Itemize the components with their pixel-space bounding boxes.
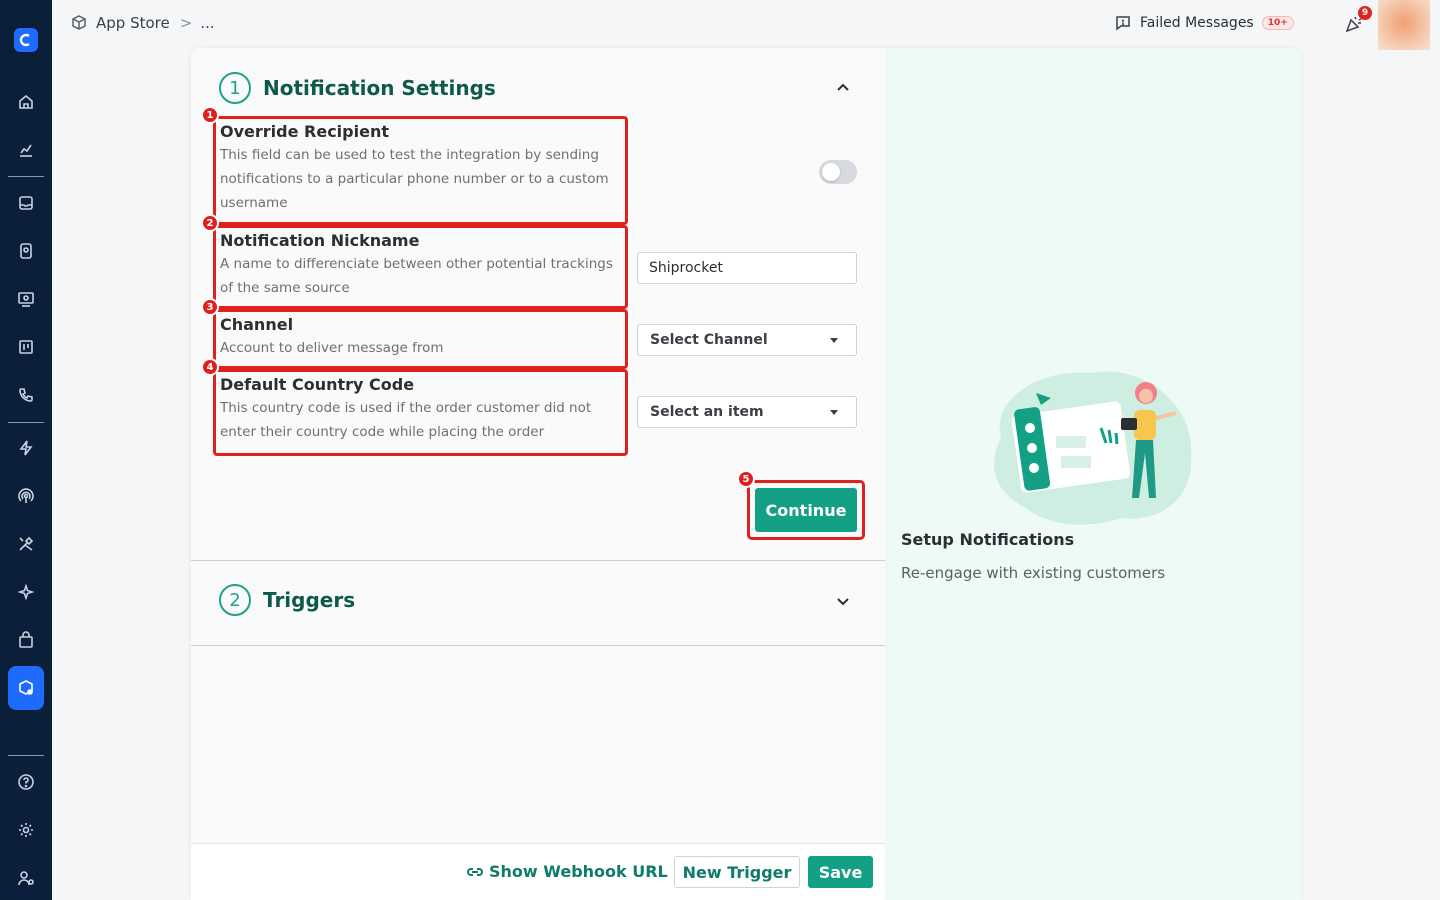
notification-count-badge: 9	[1358, 6, 1372, 20]
override-recipient-field: Override Recipient This field can be use…	[213, 116, 628, 225]
caret-down-icon	[830, 338, 838, 343]
app-store-breadcrumb-icon	[72, 15, 86, 30]
sidebar-divider	[8, 176, 44, 177]
ai-icon[interactable]	[0, 576, 52, 608]
new-trigger-button[interactable]: New Trigger	[674, 856, 800, 888]
nickname-input[interactable]: Shiprocket	[637, 252, 857, 284]
caret-down-icon	[830, 410, 838, 415]
field-description: A name to differenciate between other po…	[220, 256, 613, 296]
broadcast-icon[interactable]	[0, 480, 52, 512]
help-icon[interactable]	[0, 766, 52, 798]
notification-setup-card: 1 Notification Settings Override Recipie…	[191, 48, 1301, 900]
section-title: Notification Settings	[263, 76, 496, 100]
section-divider	[191, 560, 885, 561]
announcements-button[interactable]: 9	[1344, 6, 1372, 36]
field-description: This field can be used to test the integ…	[220, 147, 609, 211]
failed-messages-count-badge: 10+	[1261, 16, 1294, 30]
show-webhook-url-link[interactable]: Show Webhook URL	[467, 862, 668, 881]
top-bar: App Store > ... Failed Messages 10+ 9	[52, 0, 1440, 50]
chevron-up-icon[interactable]	[835, 80, 851, 96]
commerce-icon[interactable]	[0, 624, 52, 656]
setup-description: Re-engage with existing customers	[901, 564, 1166, 582]
select-value: Select Channel	[650, 332, 768, 348]
link-icon	[467, 867, 483, 876]
user-avatar[interactable]	[1378, 0, 1430, 50]
contacts-icon[interactable]	[0, 235, 52, 267]
section-divider	[191, 645, 885, 646]
field-title: Override Recipient	[220, 122, 389, 141]
analytics-icon[interactable]	[0, 134, 52, 166]
notification-nickname-field: Notification Nickname A name to differen…	[213, 225, 628, 309]
footer-actions: Show Webhook URL New Trigger Save	[191, 843, 885, 900]
settings-panel: 1 Notification Settings Override Recipie…	[191, 48, 885, 900]
setup-title: Setup Notifications	[901, 530, 1075, 549]
continue-button[interactable]: Continue	[755, 488, 857, 532]
default-country-code-field: Default Country Code This country code i…	[213, 369, 628, 456]
info-panel: Setup Notifications Re-engage with exist…	[885, 48, 1301, 900]
failed-messages-button[interactable]: Failed Messages 10+	[1114, 14, 1294, 32]
channel-select[interactable]: Select Channel	[637, 324, 857, 356]
step-badge: 4	[201, 358, 219, 376]
message-alert-icon	[1116, 16, 1130, 31]
section-title: Triggers	[263, 588, 356, 612]
step-badge: 2	[201, 214, 219, 232]
automation-icon[interactable]	[0, 432, 52, 464]
country-code-select[interactable]: Select an item	[637, 396, 857, 428]
chevron-down-icon[interactable]	[835, 593, 851, 609]
board-icon[interactable]	[0, 331, 52, 363]
step-badge: 5	[737, 470, 755, 488]
field-description: This country code is used if the order c…	[220, 400, 592, 440]
step-number: 1	[219, 72, 251, 104]
sidebar-divider	[8, 755, 44, 756]
breadcrumb-separator: >	[179, 14, 193, 32]
phone-icon[interactable]	[0, 379, 52, 411]
save-button[interactable]: Save	[808, 856, 873, 888]
tools-icon[interactable]	[0, 528, 52, 560]
brand-logo-icon[interactable]	[14, 28, 38, 52]
channel-field: Channel Account to deliver message from	[213, 309, 628, 369]
settings-icon[interactable]	[0, 814, 52, 846]
setup-illustration	[994, 371, 1192, 525]
step-badge: 1	[201, 106, 219, 124]
campaigns-icon[interactable]	[0, 283, 52, 315]
breadcrumb-current: ...	[200, 14, 215, 32]
section-triggers-header[interactable]: 2 Triggers	[219, 584, 355, 616]
field-title: Notification Nickname	[220, 231, 420, 250]
team-icon[interactable]	[0, 862, 52, 894]
inbox-icon[interactable]	[0, 187, 52, 219]
field-description: Account to deliver message from	[220, 340, 444, 356]
failed-messages-label: Failed Messages	[1140, 15, 1254, 31]
sidebar	[0, 0, 52, 900]
field-title: Default Country Code	[220, 375, 415, 394]
continue-highlight: Continue	[747, 480, 865, 540]
override-recipient-toggle[interactable]	[819, 160, 857, 184]
breadcrumb-root[interactable]: App Store	[96, 14, 170, 32]
sidebar-divider	[8, 422, 44, 423]
select-value: Select an item	[650, 404, 764, 420]
step-badge: 3	[201, 298, 219, 316]
field-title: Channel	[220, 315, 294, 334]
toggle-knob	[822, 163, 840, 181]
step-number: 2	[219, 584, 251, 616]
app-store-icon[interactable]	[8, 666, 44, 710]
home-icon[interactable]	[0, 86, 52, 118]
section-notification-settings-header[interactable]: 1 Notification Settings	[219, 72, 496, 104]
webhook-label: Show Webhook URL	[489, 862, 668, 881]
breadcrumb: App Store > ...	[70, 14, 215, 32]
